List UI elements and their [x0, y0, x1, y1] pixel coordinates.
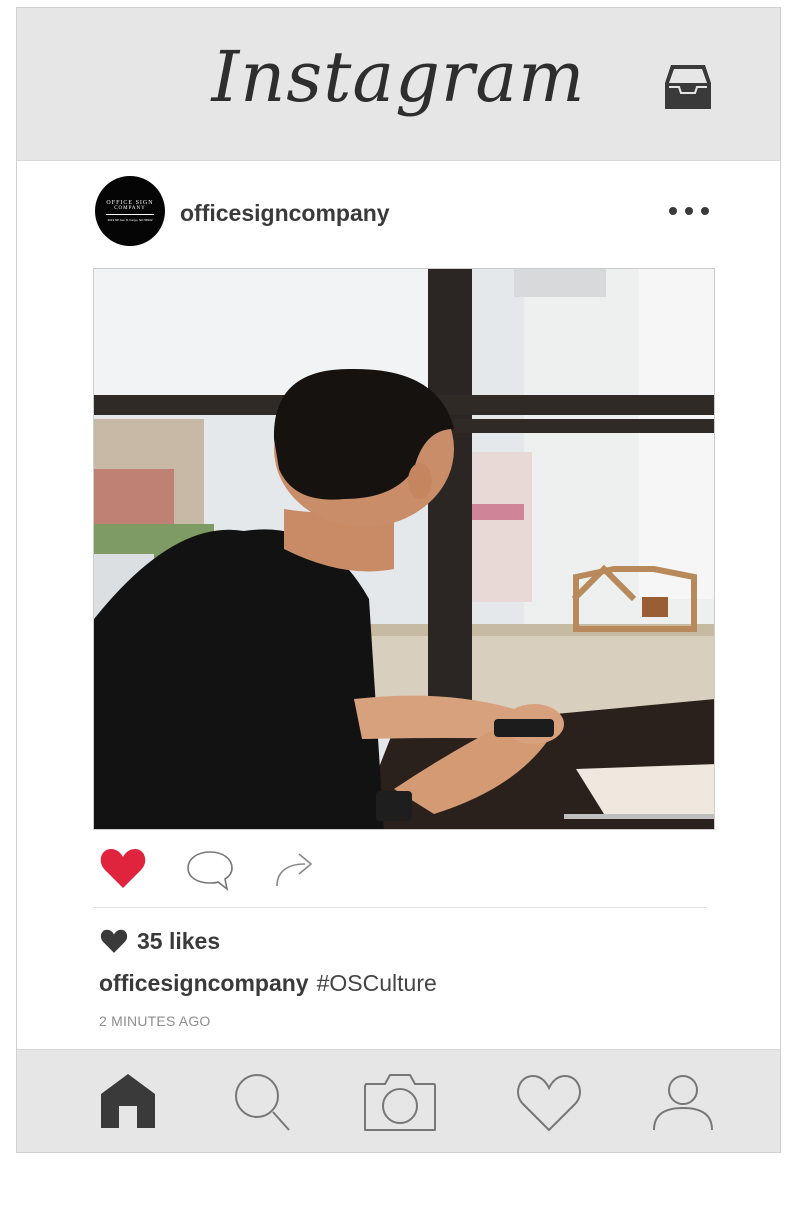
bottom-nav [17, 1049, 780, 1152]
caption-username[interactable]: officesigncompany [99, 970, 309, 996]
caption-hashtag[interactable]: #OSCulture [317, 970, 437, 996]
actions-divider [93, 907, 707, 908]
post-photo-illustration [94, 269, 714, 829]
comment-icon[interactable] [185, 848, 235, 892]
avatar[interactable]: OFFICE SIGN COMPANY 3013 NP Ave N, Fargo… [95, 176, 165, 246]
search-icon[interactable] [233, 1072, 293, 1134]
post-username[interactable]: officesigncompany [180, 200, 390, 227]
top-bar: Instagram [17, 8, 780, 161]
inbox-icon[interactable] [663, 63, 713, 111]
instagram-post-frame: Instagram OFFICE SIGN COMPANY 3013 NP Av… [16, 7, 781, 1153]
more-options-icon[interactable] [665, 204, 713, 218]
heart-icon[interactable] [515, 1072, 583, 1134]
share-arrow-icon[interactable] [273, 846, 317, 890]
heart-small-icon [100, 929, 128, 953]
caption: officesigncompany #OSCulture [99, 970, 437, 997]
post-header: OFFICE SIGN COMPANY 3013 NP Ave N, Fargo… [17, 160, 780, 275]
post-photo[interactable] [93, 268, 715, 830]
avatar-logo-address: 3013 NP Ave N, Fargo, ND 58102 [107, 218, 153, 222]
camera-icon[interactable] [363, 1072, 437, 1134]
likes-count: 35 likes [137, 928, 221, 954]
home-icon[interactable] [99, 1072, 157, 1130]
post-actions [17, 830, 780, 910]
profile-icon[interactable] [651, 1072, 715, 1134]
post-timestamp: 2 MINUTES AGO [99, 1013, 211, 1029]
avatar-logo-rule [106, 214, 154, 215]
heart-filled-icon[interactable] [99, 846, 147, 890]
avatar-logo-line2: COMPANY [114, 206, 146, 211]
